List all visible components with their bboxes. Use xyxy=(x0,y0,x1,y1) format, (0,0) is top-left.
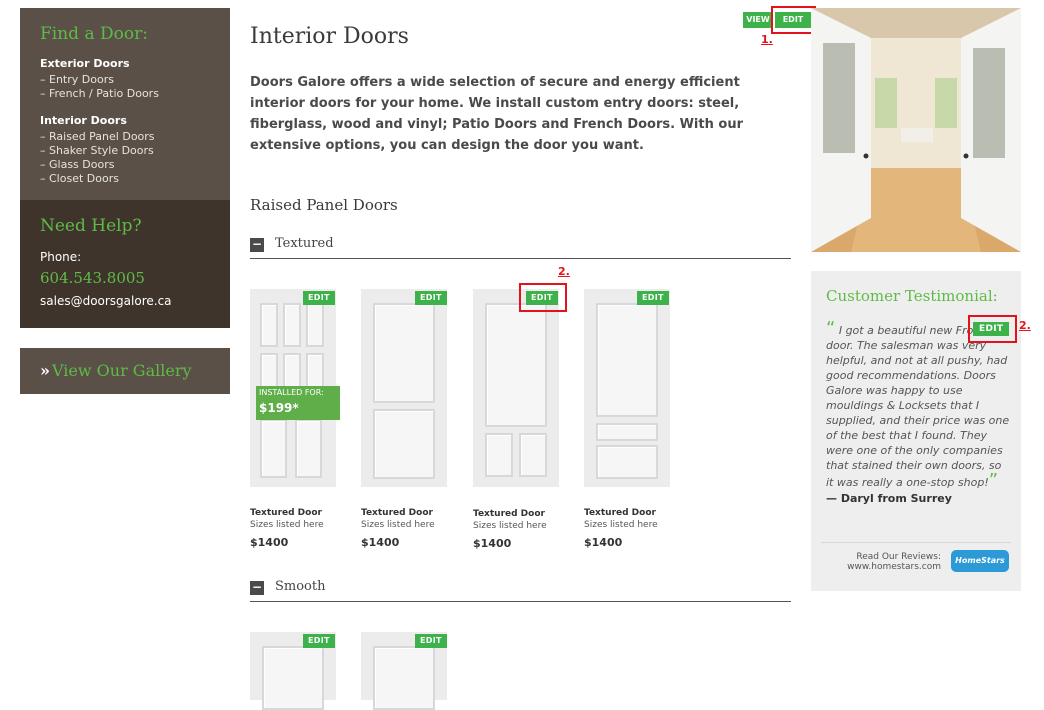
edit-button-door-5[interactable]: EDIT xyxy=(303,634,335,648)
hero-door-image xyxy=(811,8,1021,252)
edit-button-door-2[interactable]: EDIT xyxy=(415,291,447,305)
section-title: Raised Panel Doors xyxy=(250,196,398,214)
raised-panel-doors-link[interactable]: – Raised Panel Doors xyxy=(40,130,155,143)
textured-label: Textured xyxy=(275,236,334,251)
product-price-1: $1400 xyxy=(250,536,289,549)
shaker-style-doors-link[interactable]: – Shaker Style Doors xyxy=(40,144,154,157)
testimonial-quote: “ I got a beautiful new Front door. The … xyxy=(826,318,1011,491)
need-help-panel: Need Help? Phone: 604.543.8005 sales@doo… xyxy=(20,200,230,328)
edit-button-door-4[interactable]: EDIT xyxy=(637,291,669,305)
product-sizes-3: Sizes listed here xyxy=(473,521,547,531)
entry-doors-link[interactable]: – Entry Doors xyxy=(40,73,114,86)
annotation-box-2-door xyxy=(519,283,567,312)
product-name-2[interactable]: Textured Door xyxy=(361,508,433,518)
page-title: Interior Doors xyxy=(250,24,409,49)
edit-button-door-1[interactable]: EDIT xyxy=(303,291,335,305)
installed-price: $199* xyxy=(259,401,299,415)
annotation-box-1 xyxy=(771,6,816,34)
closet-doors-link[interactable]: – Closet Doors xyxy=(40,172,119,185)
collapse-icon[interactable]: − xyxy=(250,238,264,252)
installed-label: INSTALLED FOR: xyxy=(259,388,324,397)
phone-label: Phone: xyxy=(40,250,82,264)
view-button[interactable]: VIEW xyxy=(743,12,773,28)
close-quote-icon: ” xyxy=(988,470,999,491)
view-gallery-link[interactable]: » View Our Gallery xyxy=(40,361,192,380)
testimonial-text: I got a beautiful new Front door. The sa… xyxy=(826,324,1010,489)
testimonial-heading: Customer Testimonial: xyxy=(826,287,998,305)
interior-doors-heading[interactable]: Interior Doors xyxy=(40,114,127,127)
french-doors-illustration xyxy=(811,8,1021,252)
reviews-text[interactable]: Read Our Reviews: www.homestars.com xyxy=(831,552,941,572)
edit-button-door-6[interactable]: EDIT xyxy=(415,634,447,648)
annotation-box-2-testimonial xyxy=(968,315,1017,343)
exterior-doors-heading[interactable]: Exterior Doors xyxy=(40,57,130,70)
door-image-3[interactable] xyxy=(473,289,559,487)
product-name-4[interactable]: Textured Door xyxy=(584,508,656,518)
gallery-arrow-icon: » xyxy=(40,361,50,380)
annotation-label-1: 1. xyxy=(761,33,773,46)
textured-toggle[interactable]: − Textured xyxy=(250,234,791,259)
find-a-door-panel: Find a Door: Exterior Doors – Entry Door… xyxy=(20,8,230,200)
product-name-1[interactable]: Textured Door xyxy=(250,508,322,518)
reviews-url[interactable]: www.homestars.com xyxy=(831,562,941,572)
email-link[interactable]: sales@doorsgalore.ca xyxy=(40,294,172,308)
french-patio-doors-link[interactable]: – French / Patio Doors xyxy=(40,87,159,100)
product-price-4: $1400 xyxy=(584,536,623,549)
smooth-toggle[interactable]: − Smooth xyxy=(250,577,791,602)
door-image-4[interactable] xyxy=(584,289,670,487)
collapse-icon[interactable]: − xyxy=(250,581,264,595)
find-a-door-heading: Find a Door: xyxy=(40,24,148,44)
glass-doors-link[interactable]: – Glass Doors xyxy=(40,158,114,171)
product-price-3: $1400 xyxy=(473,537,512,550)
open-quote-icon: “ xyxy=(826,318,836,339)
divider xyxy=(821,542,1011,543)
reviews-label: Read Our Reviews: xyxy=(856,552,941,562)
gallery-label: View Our Gallery xyxy=(52,361,192,380)
testimonial-author: — Daryl from Surrey xyxy=(826,492,952,505)
product-sizes-4: Sizes listed here xyxy=(584,520,658,530)
smooth-label: Smooth xyxy=(275,579,326,594)
door-image-2[interactable] xyxy=(361,289,447,487)
need-help-heading: Need Help? xyxy=(40,216,142,236)
installed-price-badge: INSTALLED FOR: $199* xyxy=(256,386,340,420)
intro-paragraph: Doors Galore offers a wide selection of … xyxy=(250,75,743,153)
product-sizes-2: Sizes listed here xyxy=(361,520,435,530)
product-name-3[interactable]: Textured Door xyxy=(473,509,545,519)
view-gallery-panel[interactable]: » View Our Gallery xyxy=(20,348,230,394)
product-sizes-1: Sizes listed here xyxy=(250,520,324,530)
phone-number[interactable]: 604.543.8005 xyxy=(40,269,145,287)
annotation-label-2-door: 2. xyxy=(558,265,570,278)
homestars-logo[interactable]: HomeStars xyxy=(951,550,1009,572)
annotation-label-2-testimonial: 2. xyxy=(1019,319,1031,332)
product-price-2: $1400 xyxy=(361,536,400,549)
